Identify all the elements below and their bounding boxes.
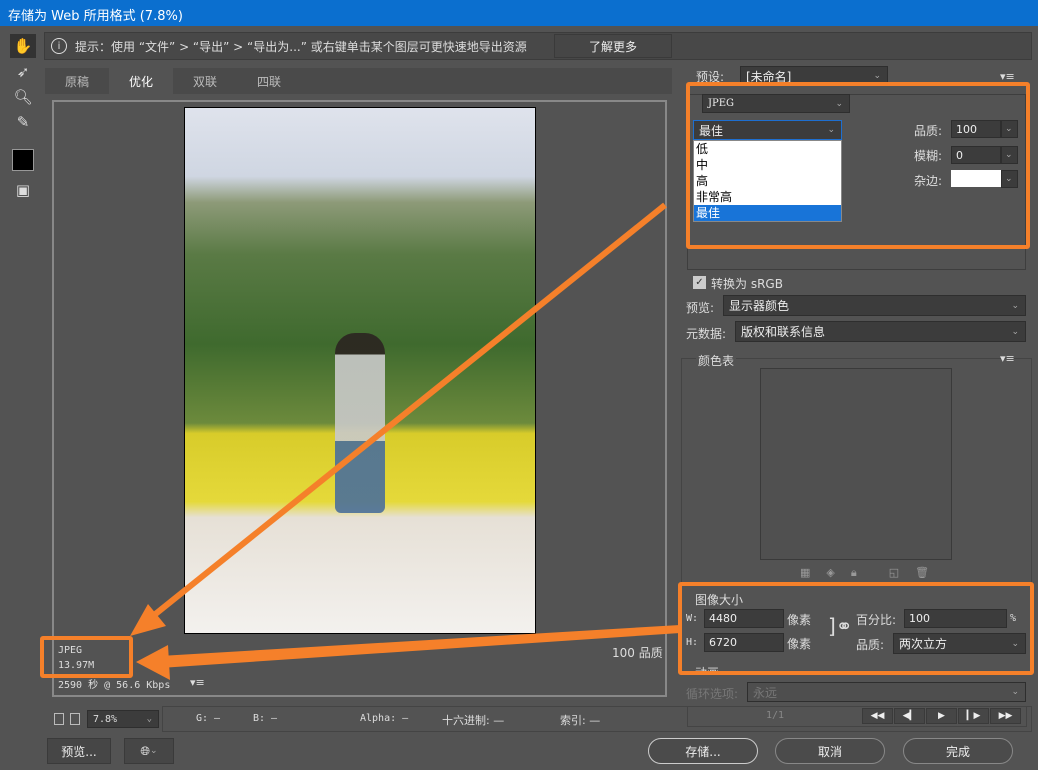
arrow-head <box>136 645 170 680</box>
annotation-arrow <box>146 202 667 623</box>
annotation-arrows <box>130 202 680 680</box>
annotation-arrow <box>160 625 680 668</box>
